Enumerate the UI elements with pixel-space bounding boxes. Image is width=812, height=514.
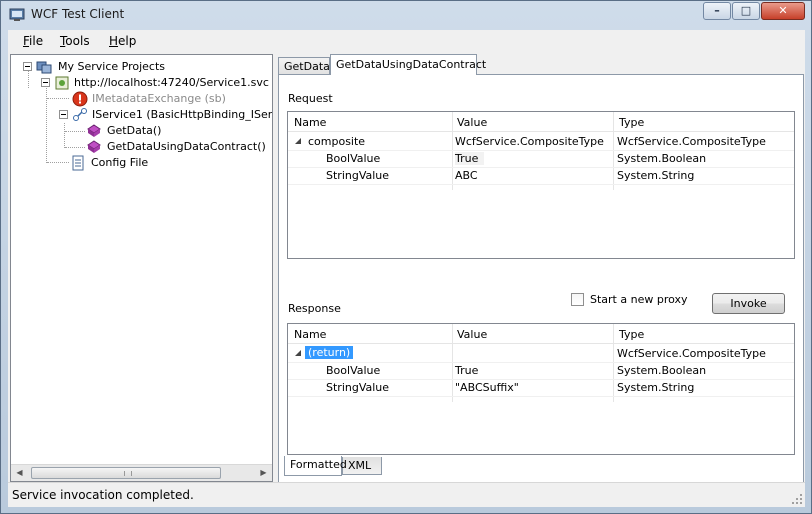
minimize-icon: – (714, 4, 720, 17)
column-value-header[interactable]: Value (457, 116, 487, 129)
row-separator (288, 150, 794, 151)
tree-node-root[interactable]: My Service Projects (14, 59, 264, 75)
response-label: Response (288, 302, 341, 315)
cell-type: System.Boolean (617, 364, 707, 377)
cell-type: WcfService.CompositeType (617, 347, 766, 360)
scroll-thumb[interactable] (31, 467, 221, 479)
config-file-icon (72, 155, 84, 171)
scroll-right-icon[interactable]: ▶ (255, 465, 272, 481)
contract-icon (73, 108, 87, 121)
tab-getdata-contract[interactable]: GetDataUsingDataContract (330, 54, 486, 75)
window-title: WCF Test Client (31, 7, 125, 21)
collapse-icon[interactable] (41, 78, 50, 87)
tree-getdata-contract-label: GetDataUsingDataContract() (107, 140, 266, 153)
tree-node-config[interactable]: Config File (14, 155, 264, 171)
expand-triangle-icon[interactable] (294, 137, 302, 145)
cell-value[interactable]: True (455, 152, 485, 165)
window-controls: – □ ✕ (702, 2, 805, 20)
close-button[interactable]: ✕ (761, 2, 805, 20)
tree-node-getdata-contract[interactable]: GetDataUsingDataContract() (14, 139, 266, 155)
column-separator (613, 324, 614, 402)
row-separator (288, 362, 794, 363)
menu-file[interactable]: File (23, 34, 43, 48)
close-icon: ✕ (778, 4, 788, 17)
cell-type: System.String (617, 169, 695, 182)
row-separator (288, 184, 794, 185)
menu-tools[interactable]: Tools (60, 34, 90, 48)
minimize-button[interactable]: – (703, 2, 731, 20)
menu-help[interactable]: Help (109, 34, 136, 48)
grip-icon (124, 471, 132, 476)
column-name-header[interactable]: Name (294, 116, 326, 129)
tree-node-metadata[interactable]: IMetadataExchange (sb) (14, 91, 269, 107)
title-bar[interactable]: WCF Test Client – □ ✕ (1, 1, 811, 29)
projects-icon (36, 61, 52, 74)
scroll-left-icon[interactable]: ◀ (11, 465, 28, 481)
tree-horizontal-scrollbar[interactable]: ◀ ▶ (11, 464, 272, 481)
response-grid[interactable]: Name Value Type (return) WcfService.Comp… (287, 323, 795, 455)
tab-xml[interactable]: XML (342, 457, 382, 475)
tree-node-getdata[interactable]: GetData() (14, 123, 264, 139)
new-proxy-label[interactable]: Start a new proxy (590, 293, 688, 306)
request-grid-header: Name Value Type (288, 112, 794, 132)
cell-type: System.Boolean (617, 152, 707, 165)
column-separator (452, 112, 453, 190)
cell-name-selected[interactable]: (return) (305, 346, 354, 359)
row-separator (288, 379, 794, 380)
maximize-button[interactable]: □ (732, 2, 760, 20)
status-bar: Service invocation completed. (8, 482, 805, 507)
expand-triangle-icon[interactable] (294, 349, 302, 357)
invoke-button[interactable]: Invoke (712, 293, 785, 314)
row-separator (288, 396, 794, 397)
operation-icon (87, 124, 101, 137)
column-separator (613, 112, 614, 190)
collapse-icon[interactable] (23, 62, 32, 71)
cell-name: StringValue (326, 381, 390, 394)
resize-grip-icon[interactable] (791, 493, 803, 505)
tree-node-contract[interactable]: IService1 (BasicHttpBinding_IService (14, 107, 273, 123)
tree-config-label: Config File (91, 156, 149, 169)
column-type-header[interactable]: Type (619, 328, 644, 341)
cell-name: BoolValue (326, 364, 381, 377)
collapse-icon[interactable] (59, 110, 68, 119)
service-tree[interactable]: My Service Projects http://localhost:472… (10, 54, 273, 482)
cell-name: BoolValue (326, 152, 381, 165)
tree-getdata-label: GetData() (107, 124, 162, 137)
request-grid[interactable]: Name Value Type composite WcfService.Com… (287, 111, 795, 259)
menu-bar: File Tools Help (8, 30, 805, 52)
service-icon (55, 76, 69, 90)
app-window: WCF Test Client – □ ✕ File Tools Help My… (0, 0, 812, 514)
column-type-header[interactable]: Type (619, 116, 644, 129)
app-icon (9, 8, 25, 21)
operation-icon (87, 140, 101, 153)
tree-node-service[interactable]: http://localhost:47240/Service1.svc (14, 75, 269, 91)
cell-value[interactable]: WcfService.CompositeType (455, 135, 604, 148)
tab-getdata[interactable]: GetData (278, 57, 330, 75)
tree-contract-label: IService1 (BasicHttpBinding_IService (92, 108, 273, 121)
maximize-icon: □ (740, 4, 752, 17)
new-proxy-checkbox[interactable] (571, 293, 584, 306)
cell-value[interactable]: ABC (455, 169, 478, 182)
tree-service-label: http://localhost:47240/Service1.svc (74, 76, 269, 89)
column-name-header[interactable]: Name (294, 328, 326, 341)
tree-root-label: My Service Projects (58, 60, 166, 73)
cell-value: "ABCSuffix" (455, 381, 519, 394)
client-area: File Tools Help My Service Projects http… (8, 30, 805, 507)
cell-name: composite (308, 135, 366, 148)
tab-formatted[interactable]: Formatted (284, 456, 347, 476)
column-separator (452, 324, 453, 402)
cell-type: System.String (617, 381, 695, 394)
operation-panel: Request Name Value Type composite WcfSer… (278, 74, 804, 483)
cell-type: WcfService.CompositeType (617, 135, 766, 148)
tree-metadata-label: IMetadataExchange (sb) (92, 92, 226, 105)
error-icon (72, 91, 88, 107)
cell-name: StringValue (326, 169, 390, 182)
response-grid-header: Name Value Type (288, 324, 794, 344)
status-text: Service invocation completed. (12, 488, 194, 502)
row-separator (288, 167, 794, 168)
cell-value: True (455, 364, 479, 377)
column-value-header[interactable]: Value (457, 328, 487, 341)
request-label: Request (288, 92, 333, 105)
